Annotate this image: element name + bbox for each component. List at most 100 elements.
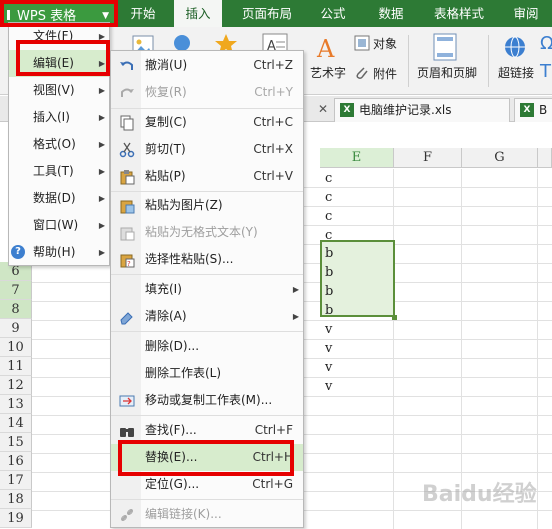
menu-item-insert[interactable]: 插入(I) ▶ xyxy=(9,104,109,131)
row-header[interactable]: 15 xyxy=(0,433,32,452)
menu-item-format[interactable]: 格式(O) ▶ xyxy=(9,131,109,158)
menu-item-label: 恢复(R) xyxy=(145,85,187,99)
tab-table-style[interactable]: 表格样式 xyxy=(424,0,494,27)
tab-page-layout[interactable]: 页面布局 xyxy=(232,0,302,27)
cell[interactable]: c xyxy=(324,207,392,226)
menu-item-edit-links[interactable]: 编辑链接(K)... xyxy=(111,501,303,528)
menu-separator xyxy=(111,499,303,500)
row-header[interactable]: 12 xyxy=(0,376,32,395)
menu-item-find[interactable]: 查找(F)... Ctrl+F xyxy=(111,417,303,444)
menu-separator xyxy=(111,331,303,332)
submenu-arrow-icon: ▶ xyxy=(98,248,105,257)
shortcut-label: Ctrl+C xyxy=(253,115,293,129)
cell[interactable]: b xyxy=(324,263,392,282)
tab-data[interactable]: 数据 xyxy=(366,0,416,27)
menu-item-goto[interactable]: 定位(G)... Ctrl+G xyxy=(111,471,303,498)
object-icon[interactable] xyxy=(354,35,370,51)
menu-item-label: 剪切(T) xyxy=(145,142,186,156)
row-header[interactable]: 16 xyxy=(0,452,32,471)
cell[interactable]: v xyxy=(324,339,392,358)
cell[interactable]: c xyxy=(324,188,392,207)
shortcut-label: Ctrl+G xyxy=(252,477,293,491)
tab-review[interactable]: 审阅 xyxy=(500,0,552,27)
row-header[interactable]: 9 xyxy=(0,319,32,338)
cell[interactable]: v xyxy=(324,377,392,396)
menu-item-data[interactable]: 数据(D) ▶ xyxy=(9,185,109,212)
menu-item-edit[interactable]: 编辑(E) ▶ xyxy=(9,50,109,77)
document-tab[interactable]: X 电脑维护记录.xls xyxy=(334,98,510,122)
row-header[interactable]: 14 xyxy=(0,414,32,433)
row-header[interactable]: 13 xyxy=(0,395,32,414)
document-tab[interactable]: X B xyxy=(514,98,552,122)
row-header[interactable]: 19 xyxy=(0,509,32,528)
menu-item-view[interactable]: 视图(V) ▶ xyxy=(9,77,109,104)
menu-separator xyxy=(111,274,303,275)
menu-item-paste-special[interactable]: ? 选择性粘贴(S)... xyxy=(111,246,303,273)
cell[interactable]: b xyxy=(324,282,392,301)
column-header-f[interactable]: F xyxy=(394,148,462,168)
watermark: Baidu经验 xyxy=(422,482,537,507)
header-footer-icon[interactable] xyxy=(432,33,458,61)
hyperlink-icon[interactable] xyxy=(503,35,527,59)
art-text-label[interactable]: 艺术字 xyxy=(310,64,346,81)
partial-symbol-icon[interactable]: Ω xyxy=(540,33,552,54)
column-header-e[interactable]: E xyxy=(320,148,394,168)
shortcut-label: Ctrl+V xyxy=(253,169,293,183)
menu-item-fill[interactable]: 填充(I) ▶ xyxy=(111,276,303,303)
menu-item-delete[interactable]: 删除(D)... xyxy=(111,333,303,360)
tab-home[interactable]: 开始 xyxy=(120,0,166,27)
menu-item-label: 填充(I) xyxy=(145,282,182,296)
menu-item-delete-sheet[interactable]: 删除工作表(L) xyxy=(111,360,303,387)
menu-item-replace[interactable]: 替换(E)... Ctrl+H xyxy=(111,444,303,471)
menu-item-label: 粘贴(P) xyxy=(145,169,186,183)
menu-item-label: 插入(I) xyxy=(33,110,70,124)
row-header[interactable]: 17 xyxy=(0,471,32,490)
column-header-g[interactable]: G xyxy=(462,148,538,168)
cell[interactable]: b xyxy=(324,301,392,320)
cell[interactable]: c xyxy=(324,169,392,188)
row-header[interactable]: 11 xyxy=(0,357,32,376)
menu-item-copy[interactable]: 复制(C) Ctrl+C xyxy=(111,109,303,136)
menu-item-tools[interactable]: 工具(T) ▶ xyxy=(9,158,109,185)
menu-item-label: 格式(O) xyxy=(33,137,76,151)
edit-submenu: 撤消(U) Ctrl+Z 恢复(R) Ctrl+Y 复制(C) Ctrl+C 剪… xyxy=(110,50,304,528)
move-sheet-icon xyxy=(119,395,135,407)
row-header[interactable]: 18 xyxy=(0,490,32,509)
cell[interactable]: b xyxy=(324,244,392,263)
cell[interactable]: v xyxy=(324,320,392,339)
menu-item-paste-as-text[interactable]: 粘贴为无格式文本(Y) xyxy=(111,219,303,246)
menu-item-label: 编辑(E) xyxy=(33,56,74,70)
art-text-icon[interactable]: A xyxy=(315,33,341,63)
attachment-icon[interactable] xyxy=(354,65,370,81)
submenu-arrow-icon: ▶ xyxy=(98,194,105,203)
row-header[interactable]: 7 xyxy=(0,281,32,300)
menu-item-clear[interactable]: 清除(A) ▶ xyxy=(111,303,303,330)
partial-text-icon[interactable]: T xyxy=(540,61,551,82)
tab-insert[interactable]: 插入 xyxy=(174,0,222,27)
fill-handle[interactable] xyxy=(392,315,397,320)
row-header[interactable]: 10 xyxy=(0,338,32,357)
hyperlink-label[interactable]: 超链接 xyxy=(498,64,534,81)
copy-icon xyxy=(120,115,134,131)
menu-item-undo[interactable]: 撤消(U) Ctrl+Z xyxy=(111,52,303,79)
menu-item-cut[interactable]: 剪切(T) Ctrl+X xyxy=(111,136,303,163)
menu-item-help[interactable]: ? 帮助(H) ▶ xyxy=(9,239,109,266)
cell[interactable]: v xyxy=(324,358,392,377)
tab-formulas[interactable]: 公式 xyxy=(308,0,358,27)
paste-icon xyxy=(120,170,135,185)
shortcut-label: Ctrl+Z xyxy=(253,58,293,72)
close-tab-icon[interactable]: ✕ xyxy=(318,102,328,116)
menu-item-file[interactable]: 文件(F) ▶ xyxy=(9,23,109,50)
menu-item-paste-as-picture[interactable]: 粘贴为图片(Z) xyxy=(111,192,303,219)
attachment-label[interactable]: 附件 xyxy=(373,65,397,82)
object-label[interactable]: 对象 xyxy=(373,35,397,52)
row-header[interactable]: 8 xyxy=(0,300,32,319)
column-header-partial[interactable] xyxy=(538,148,552,168)
cell[interactable]: c xyxy=(324,226,392,245)
header-footer-label[interactable]: 页眉和页脚 xyxy=(417,64,477,81)
menu-item-window[interactable]: 窗口(W) ▶ xyxy=(9,212,109,239)
menu-item-move-copy-sheet[interactable]: 移动或复制工作表(M)... xyxy=(111,387,303,414)
menu-item-paste[interactable]: 粘贴(P) Ctrl+V xyxy=(111,163,303,190)
submenu-arrow-icon: ▶ xyxy=(98,167,105,176)
menu-item-redo[interactable]: 恢复(R) Ctrl+Y xyxy=(111,79,303,106)
